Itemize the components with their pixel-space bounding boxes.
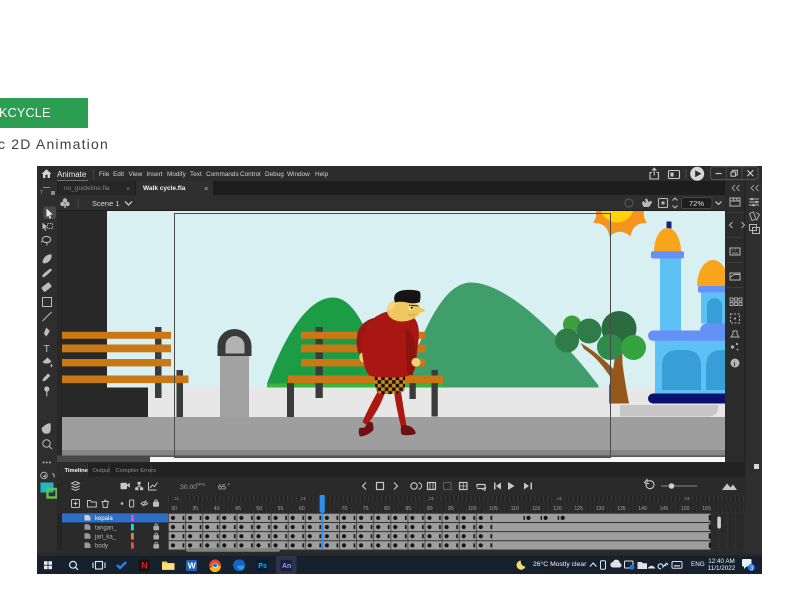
svg-text:120: 120 bbox=[553, 506, 562, 512]
svg-text:110: 110 bbox=[511, 506, 519, 512]
svg-text:85: 85 bbox=[405, 506, 411, 512]
svg-text:155: 155 bbox=[702, 506, 711, 512]
svg-text:55: 55 bbox=[278, 506, 284, 512]
svg-text:150: 150 bbox=[681, 506, 690, 512]
svg-text:95: 95 bbox=[448, 506, 454, 512]
svg-text:4s: 4s bbox=[557, 496, 563, 502]
svg-text:70: 70 bbox=[342, 506, 348, 512]
svg-text:kepala: kepala bbox=[95, 516, 113, 522]
svg-text:30: 30 bbox=[171, 506, 177, 512]
svg-text:100: 100 bbox=[468, 506, 477, 512]
svg-text:Compiler Errors: Compiler Errors bbox=[116, 468, 157, 474]
svg-text:FPS: FPS bbox=[197, 482, 206, 487]
svg-text:105: 105 bbox=[489, 506, 498, 512]
svg-text:i: i bbox=[734, 361, 736, 368]
svg-text:125: 125 bbox=[574, 506, 583, 512]
svg-text:145: 145 bbox=[660, 506, 669, 512]
svg-text:tangan_: tangan_ bbox=[95, 525, 117, 531]
svg-text:65: 65 bbox=[218, 483, 226, 492]
svg-text:45: 45 bbox=[235, 506, 241, 512]
svg-text:Ps: Ps bbox=[258, 563, 267, 570]
svg-text:75: 75 bbox=[363, 506, 369, 512]
svg-text:F: F bbox=[228, 482, 231, 487]
svg-text:80: 80 bbox=[384, 506, 390, 512]
svg-text:jari_ka_: jari_ka_ bbox=[94, 535, 117, 541]
svg-text:140: 140 bbox=[638, 506, 647, 512]
svg-text:2s: 2s bbox=[301, 496, 307, 502]
svg-text:130: 130 bbox=[596, 506, 605, 512]
svg-text:body: body bbox=[95, 544, 108, 550]
svg-text:135: 135 bbox=[617, 506, 626, 512]
svg-text:T: T bbox=[44, 343, 51, 355]
svg-text:Timeline: Timeline bbox=[65, 468, 89, 474]
svg-text:72%: 72% bbox=[689, 199, 704, 208]
svg-text:35: 35 bbox=[192, 506, 198, 512]
svg-text:40: 40 bbox=[214, 506, 220, 512]
svg-text:5s: 5s bbox=[685, 496, 691, 502]
svg-text:3s: 3s bbox=[429, 496, 435, 502]
svg-text:An: An bbox=[282, 563, 291, 570]
svg-text:1s: 1s bbox=[174, 496, 180, 502]
svg-text:50: 50 bbox=[256, 506, 262, 512]
svg-text:90: 90 bbox=[427, 506, 433, 512]
svg-text:N: N bbox=[141, 560, 148, 570]
svg-text:30.00: 30.00 bbox=[180, 484, 197, 491]
svg-text:115: 115 bbox=[532, 506, 540, 512]
svg-text:60: 60 bbox=[299, 506, 305, 512]
svg-text:Output: Output bbox=[93, 468, 111, 474]
svg-text:W: W bbox=[188, 560, 197, 570]
